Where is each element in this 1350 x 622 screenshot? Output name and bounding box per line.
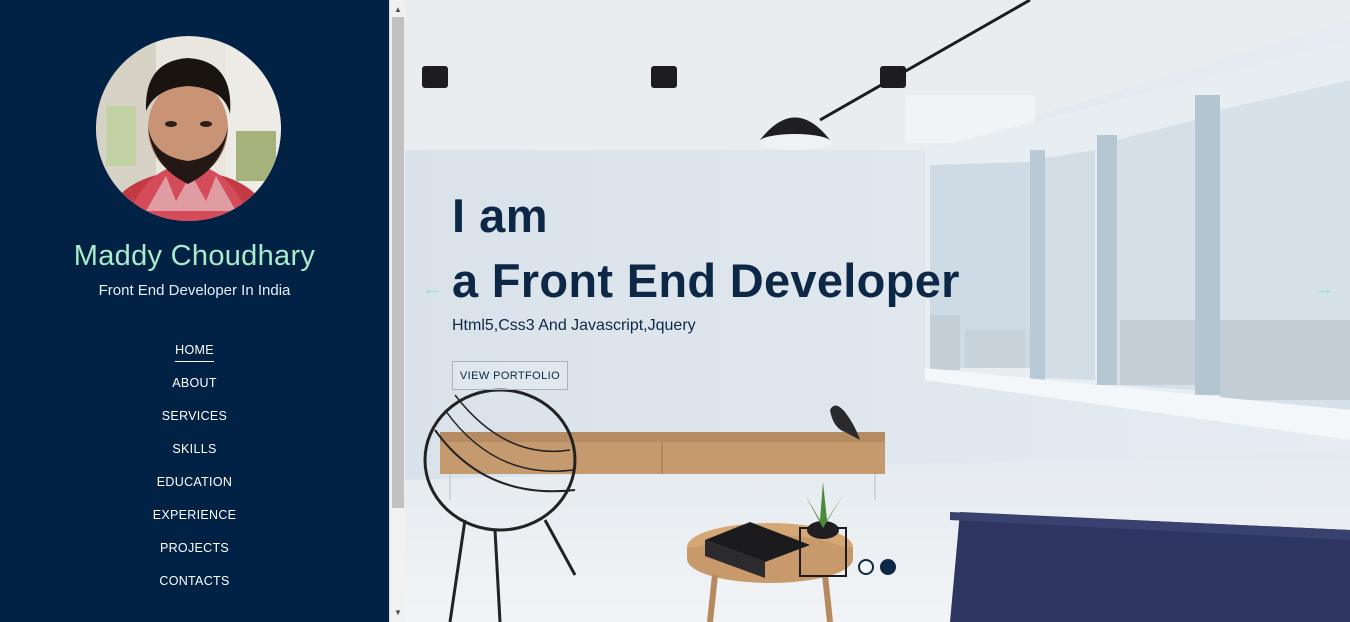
hero-heading-line1: I am <box>452 189 549 242</box>
profile-name: Maddy Choudhary <box>73 240 316 272</box>
nav-link-about[interactable]: ABOUT <box>172 373 217 394</box>
nav-link-contacts[interactable]: CONTACTS <box>159 571 229 592</box>
hero-subtitle: Html5,Css3 And Javascript,Jquery <box>452 317 696 334</box>
nav-link-projects[interactable]: PROJECTS <box>160 538 229 559</box>
sidebar-scrollbar[interactable]: ▲ ▼ <box>389 0 405 622</box>
slider-dot-2-active[interactable] <box>880 559 896 575</box>
nav-item-services: SERVICES <box>0 406 389 439</box>
slider-next-arrow-icon[interactable]: → <box>1314 277 1334 301</box>
view-portfolio-button[interactable]: VIEW PORTFOLIO <box>452 361 568 390</box>
scroll-thumb[interactable] <box>392 17 404 508</box>
nav-link-home[interactable]: HOME <box>175 340 214 362</box>
nav-item-education: EDUCATION <box>0 472 389 505</box>
nav-item-skills: SKILLS <box>0 439 389 472</box>
main-nav: HOME ABOUT SERVICES SKILLS EDUCATION EXP… <box>0 340 389 604</box>
nav-item-contacts: CONTACTS <box>0 571 389 604</box>
nav-link-skills[interactable]: SKILLS <box>172 439 216 460</box>
nav-link-education[interactable]: EDUCATION <box>157 472 232 493</box>
profile-avatar <box>96 36 281 221</box>
nav-item-experience: EXPERIENCE <box>0 505 389 538</box>
sidebar: Maddy Choudhary Front End Developer In I… <box>0 0 389 622</box>
profile-tagline: Front End Developer In India <box>98 282 291 299</box>
scroll-up-arrow-icon[interactable]: ▲ <box>390 1 406 17</box>
hero-slider: ← → I am a Front End Developer Html5,Css… <box>405 0 1350 622</box>
scroll-down-arrow-icon[interactable]: ▼ <box>390 604 406 620</box>
slider-prev-arrow-icon[interactable]: ← <box>422 277 442 301</box>
hero-background-image <box>405 0 1350 622</box>
nav-link-experience[interactable]: EXPERIENCE <box>153 505 237 526</box>
slider-dot-1[interactable] <box>858 559 874 575</box>
nav-item-home: HOME <box>0 340 389 373</box>
nav-item-projects: PROJECTS <box>0 538 389 571</box>
nav-item-about: ABOUT <box>0 373 389 406</box>
nav-link-services[interactable]: SERVICES <box>162 406 227 427</box>
hero-heading-line2: a Front End Developer <box>452 254 960 307</box>
